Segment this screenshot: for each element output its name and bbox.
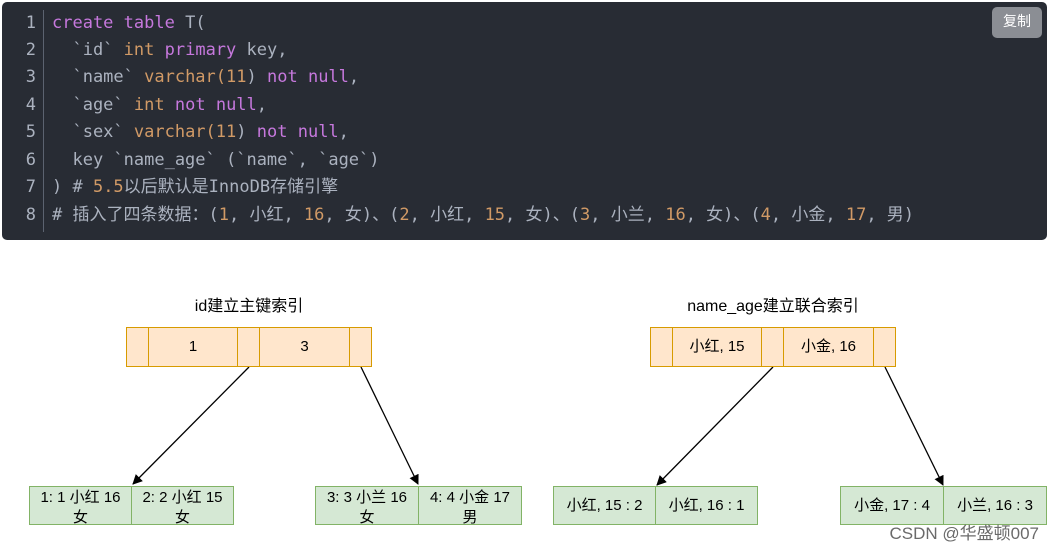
leaf-node: 小红, 15 : 2 <box>553 486 656 525</box>
leaf-row-text: 女 <box>359 509 375 526</box>
leaf-node: 小红, 16 : 1 <box>655 486 758 525</box>
arrow-left-2 <box>360 366 419 485</box>
key-cell: 3 <box>259 327 350 367</box>
leaf-node: 4: 4 小金 17 男 <box>418 486 522 526</box>
leaf-row-text: 2: 2 小红 15 <box>142 489 223 506</box>
leaf-row-text: 小红, 16 : 1 <box>668 497 745 514</box>
key-cell: 1 <box>148 327 238 367</box>
arrow-right-2 <box>884 366 944 486</box>
leaf-row-text: 小红, 15 : 2 <box>566 497 643 514</box>
leaf-row-text: 4: 4 小金 17 <box>429 489 511 506</box>
watermark: CSDN @华盛顿007 <box>889 524 1039 543</box>
primary-index-title: id建立主键索引 <box>194 298 304 315</box>
pointer-cell <box>126 327 149 367</box>
key-cell: 小金, 16 <box>783 327 874 367</box>
pointer-cell <box>237 327 260 367</box>
key-cell: 小红, 15 <box>672 327 762 367</box>
leaf-row-text: 3: 3 小兰 16 <box>326 489 408 506</box>
leaf-node: 1: 1 小红 16 女 <box>29 486 132 526</box>
arrow-right-1 <box>656 366 774 486</box>
pointer-cell <box>349 327 372 367</box>
pointer-cell <box>650 327 673 367</box>
composite-index-title: name_age建立联合索引 <box>687 298 859 315</box>
leaf-row-text: 女 <box>174 509 190 526</box>
leaf-node: 3: 3 小兰 16 女 <box>315 486 419 526</box>
leaf-node: 2: 2 小红 15 女 <box>131 486 234 526</box>
arrow-left-1 <box>132 366 250 485</box>
index-arrows <box>132 366 944 486</box>
pointer-cell <box>761 327 784 367</box>
leaf-row-text: 女 <box>72 509 88 526</box>
leaf-row-text: 1: 1 小红 16 <box>40 489 121 506</box>
pointer-cell <box>873 327 896 367</box>
leaf-row-text: 男 <box>462 509 478 526</box>
